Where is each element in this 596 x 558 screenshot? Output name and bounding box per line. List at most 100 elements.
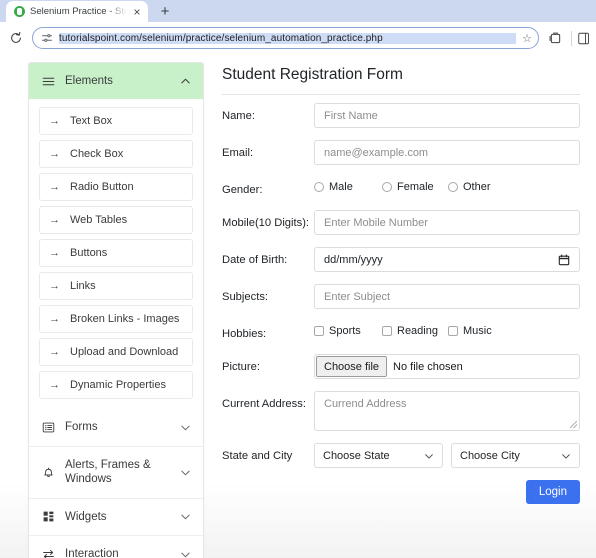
sidebar-item-label: Web Tables [70, 214, 128, 227]
subjects-input[interactable]: Enter Subject [314, 284, 580, 310]
radio-icon[interactable] [448, 182, 458, 192]
form-row-email: Email: name@example.com [222, 140, 580, 165]
form-row-dob: Date of Birth: dd/mm/yyyy [222, 247, 580, 273]
sidebar-item-check-box[interactable]: → Check Box [39, 140, 193, 169]
arrow-right-icon: → [49, 114, 60, 127]
sidebar-item-label: Radio Button [70, 181, 134, 194]
chevron-down-icon [180, 511, 191, 522]
mobile-input[interactable]: Enter Mobile Number [314, 210, 580, 236]
subjects-label: Subjects: [222, 291, 269, 304]
radio-icon[interactable] [314, 182, 324, 192]
url-text[interactable]: tutorialspoint.com/selenium/practice/sel… [59, 32, 517, 44]
exchange-icon [41, 547, 55, 558]
form-row-address: Current Address: Currend Address [222, 391, 580, 432]
sidebar-item-label: Buttons [70, 247, 108, 260]
address-bar[interactable]: tutorialspoint.com/selenium/practice/sel… [32, 27, 539, 49]
sidebar-group-forms[interactable]: Forms [29, 409, 203, 447]
sidebar-item-label: Broken Links - Images [70, 313, 180, 326]
sidebar-group-label: Widgets [65, 510, 107, 523]
sidebar-item-label: Links [70, 280, 96, 293]
sidebar-group-label: Forms [65, 421, 98, 434]
state-select[interactable]: Choose State [314, 443, 443, 469]
list-icon [41, 421, 55, 435]
new-tab-button[interactable]: + [156, 3, 174, 20]
login-button[interactable]: Login [525, 480, 580, 505]
option-label: Music [463, 325, 492, 338]
sidebar-item-broken-links-images[interactable]: → Broken Links - Images [39, 305, 193, 334]
gender-radio-female[interactable]: Female [382, 181, 448, 193]
email-label: Email: [222, 147, 254, 159]
sidebar-item-label: Check Box [70, 148, 124, 161]
dob-label: Date of Birth: [222, 254, 288, 267]
mobile-label: Mobile(10 Digits): [222, 217, 310, 230]
sidebar-item-label: Text Box [70, 115, 113, 128]
form-row-subjects: Subjects: Enter Subject [222, 284, 580, 310]
option-label: Other [463, 181, 491, 193]
hobby-checkbox-reading[interactable]: Reading [382, 325, 448, 337]
picture-file-input[interactable]: Choose file No file chosen [314, 354, 580, 380]
sidebar-group-widgets[interactable]: Widgets [29, 499, 203, 536]
sidebar-group-elements[interactable]: Elements [29, 63, 203, 100]
sidebar-item-radio-button[interactable]: → Radio Button [39, 173, 193, 202]
calendar-icon[interactable] [558, 254, 570, 266]
tab-strip: Selenium Practice - Student R × + [0, 0, 596, 22]
address-label: Current Address: [222, 398, 306, 411]
option-label: Female [397, 181, 434, 193]
arrow-right-icon: → [49, 378, 60, 391]
option-label: Male [329, 181, 353, 193]
arrow-right-icon: → [49, 312, 60, 325]
toolbar-divider [571, 30, 572, 46]
arrow-right-icon: → [49, 279, 60, 292]
sidebar-group-alerts-frames-windows[interactable]: Alerts, Frames & Windows [29, 447, 203, 499]
gender-radio-other[interactable]: Other [448, 181, 491, 193]
hobby-checkbox-music[interactable]: Music [448, 325, 492, 337]
sidebar-elements-list: → Text Box → Check Box → Radio Button → … [29, 99, 203, 409]
checkbox-icon[interactable] [448, 326, 458, 337]
tune-icon[interactable] [40, 32, 53, 45]
state-city-label: State and City [222, 450, 293, 463]
registration-form: Student Registration Form Name: First Na… [222, 62, 580, 558]
address-textarea[interactable]: Currend Address [314, 391, 580, 432]
hobby-checkbox-sports[interactable]: Sports [314, 325, 382, 337]
chevron-down-icon [180, 549, 191, 558]
sidebar-item-web-tables[interactable]: → Web Tables [39, 206, 193, 235]
sidebar-item-buttons[interactable]: → Buttons [39, 239, 193, 268]
sidebar-group-label: Alerts, Frames & Windows [65, 458, 151, 486]
email-input[interactable]: name@example.com [314, 140, 580, 165]
page-viewport: Elements → Text Box → Check Box → Radio … [0, 54, 596, 558]
arrow-right-icon: → [49, 345, 60, 358]
gender-radio-male[interactable]: Male [314, 181, 382, 193]
dob-input[interactable]: dd/mm/yyyy [314, 247, 580, 273]
sidebar-item-label: Dynamic Properties [70, 379, 166, 392]
bookmark-star-icon[interactable]: ☆ [522, 32, 532, 45]
hobbies-label: Hobbies: [222, 328, 267, 341]
arrow-right-icon: → [49, 213, 60, 226]
radio-icon[interactable] [382, 182, 392, 192]
form-row-mobile: Mobile(10 Digits): Enter Mobile Number [222, 210, 580, 236]
option-label: Sports [329, 325, 361, 338]
browser-tab[interactable]: Selenium Practice - Student R × [6, 1, 148, 22]
name-label: Name: [222, 110, 255, 122]
gender-label: Gender: [222, 184, 263, 196]
sidebar-item-text-box[interactable]: → Text Box [39, 107, 193, 136]
sidebar-icon[interactable] [578, 28, 590, 48]
sidebar-item-upload-and-download[interactable]: → Upload and Download [39, 338, 193, 367]
close-icon[interactable]: × [132, 6, 142, 18]
chevron-down-icon [424, 451, 434, 461]
picture-label: Picture: [222, 361, 260, 374]
checkbox-icon[interactable] [382, 326, 392, 337]
sidebar-item-dynamic-properties[interactable]: → Dynamic Properties [39, 371, 193, 400]
checkbox-icon[interactable] [314, 326, 324, 337]
choose-file-button[interactable]: Choose file [316, 356, 388, 378]
reload-icon[interactable] [6, 28, 26, 48]
sidebar-item-links[interactable]: → Links [39, 272, 193, 301]
page-title: Student Registration Form [222, 66, 580, 95]
browser-toolbar: tutorialspoint.com/selenium/practice/sel… [0, 22, 596, 54]
sidebar-group-interaction[interactable]: Interaction [29, 536, 203, 558]
split-view-icon[interactable] [545, 28, 565, 48]
city-select[interactable]: Choose City [451, 443, 580, 469]
browser-window: Selenium Practice - Student R × + [0, 0, 596, 558]
arrow-right-icon: → [49, 180, 60, 193]
name-input[interactable]: First Name [314, 103, 580, 128]
sidebar-group-label: Elements [65, 75, 113, 87]
